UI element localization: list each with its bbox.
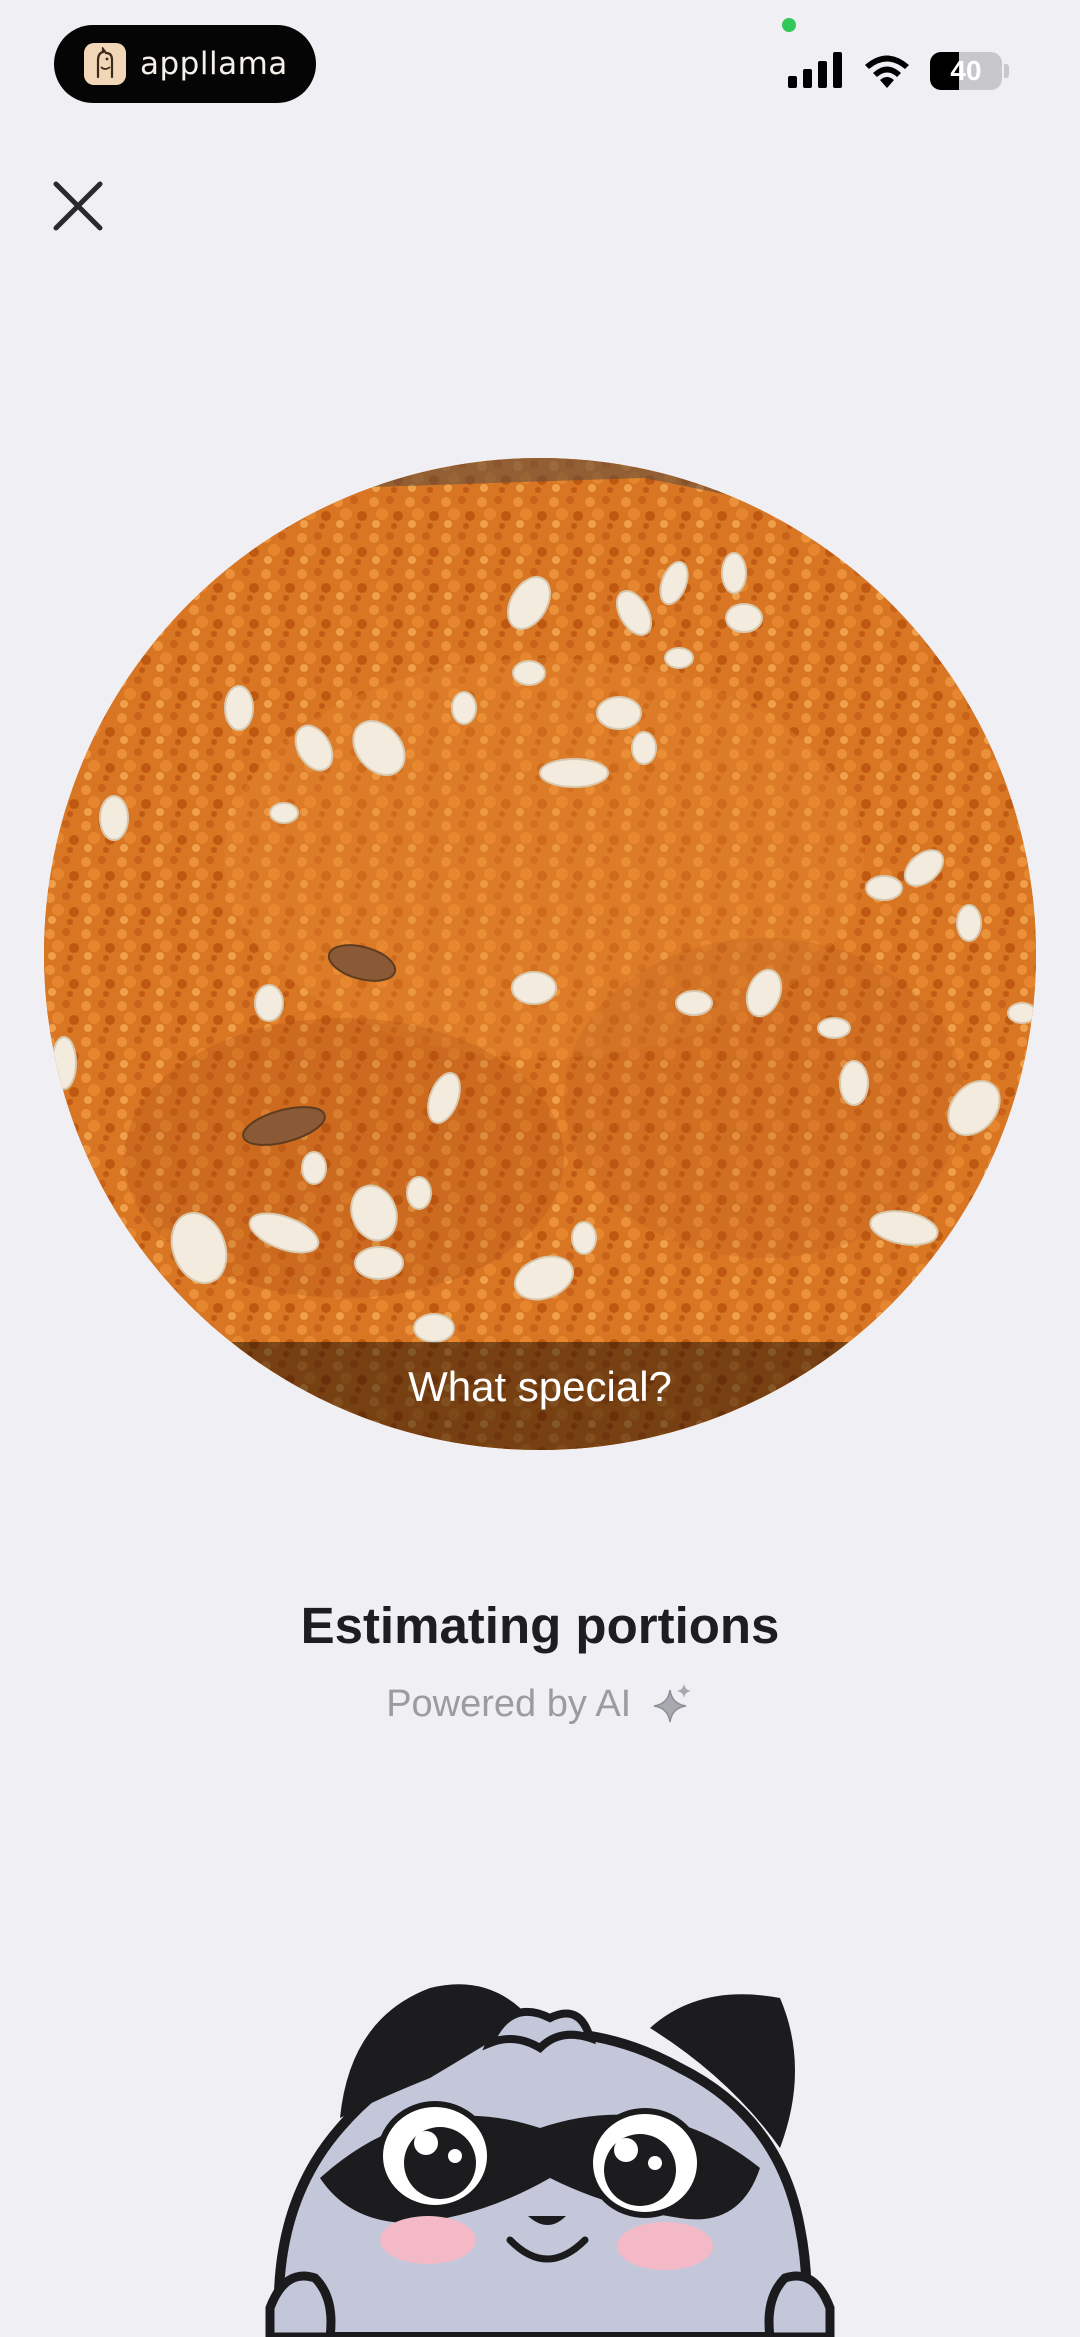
signal-icon [788,52,842,88]
raccoon-mascot-icon [265,1984,835,2337]
subtitle-text: Powered by AI [386,1683,632,1725]
close-icon [53,181,103,231]
photo-caption: What special? [408,1363,672,1410]
carrot-halwa-photo [44,458,1036,1450]
llama-logo-icon [84,43,126,85]
close-button[interactable] [48,176,108,236]
recording-indicator [782,18,796,32]
sparkle-icon [653,1684,691,1723]
powered-by-label: Powered by AI [0,1682,1080,1726]
app-name: appllama [140,46,288,82]
food-photo: What special? [44,458,1036,1450]
battery-level: 40 [950,55,982,86]
page-title: Estimating portions [300,1597,780,1654]
wifi-icon [865,55,909,88]
battery-icon: 40 [930,52,1010,90]
status-bar: appllama 40 [0,0,1080,120]
app-pill[interactable]: appllama [54,25,316,103]
